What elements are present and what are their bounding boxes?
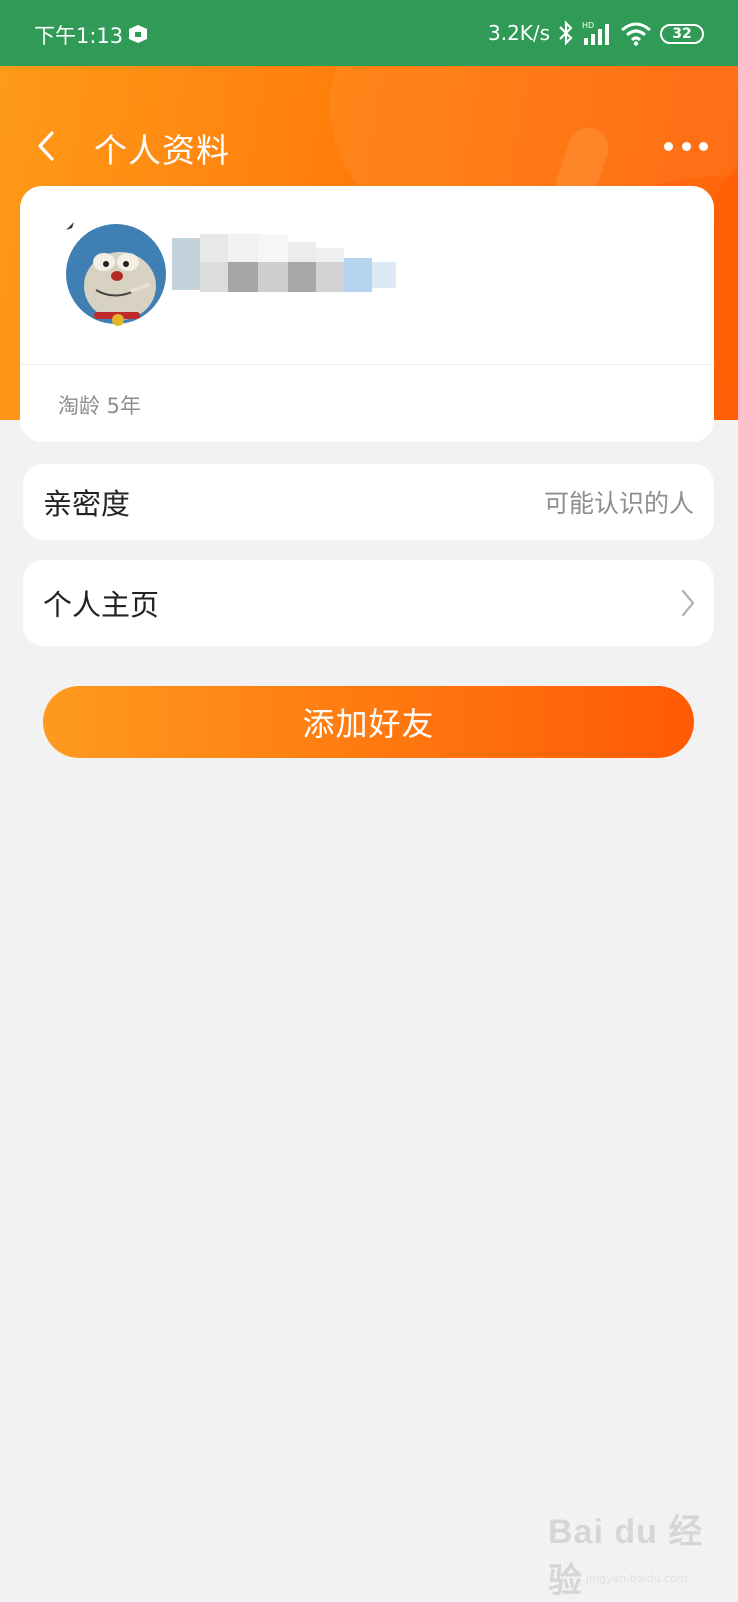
network-speed: 3.2K/s — [488, 21, 551, 45]
intimacy-value: 可能认识的人 — [543, 489, 694, 518]
homepage-row[interactable]: 个人主页 — [23, 560, 714, 646]
dot — [699, 141, 708, 151]
card-divider — [20, 364, 714, 365]
battery-icon: 32 — [660, 24, 704, 44]
baidu-watermark: Bai du 经验 — [548, 1513, 704, 1600]
profile-card: 淘龄 5年 — [20, 186, 714, 442]
wifi-icon — [621, 22, 651, 46]
page-title: 个人资料 — [94, 131, 230, 170]
homepage-label: 个人主页 — [43, 588, 160, 622]
baidu-watermark-url: jingyan.baidu.com — [586, 1572, 688, 1585]
chevron-left-icon — [38, 131, 54, 161]
more-dots-icon[interactable] — [664, 132, 708, 160]
hd-signal-icon: HD — [582, 21, 609, 45]
chevron-right-icon — [681, 589, 695, 617]
status-time: 下午1:13 — [34, 24, 124, 48]
app-notification-icon — [129, 25, 147, 43]
status-bar: 下午1:13 3.2K/s HD 32 — [0, 0, 738, 66]
add-friend-button[interactable]: 添加好友 — [43, 686, 694, 758]
dot — [681, 141, 691, 151]
back-button[interactable] — [28, 126, 64, 166]
intimacy-label: 亲密度 — [43, 487, 131, 521]
dot — [664, 141, 673, 151]
taoling-label: 淘龄 5年 — [58, 394, 142, 418]
intimacy-row[interactable]: 亲密度 可能认识的人 — [23, 464, 714, 540]
nickname-blurred — [172, 234, 396, 292]
bluetooth-icon — [559, 20, 573, 46]
avatar[interactable] — [60, 216, 172, 328]
svg-text:HD: HD — [582, 21, 594, 30]
